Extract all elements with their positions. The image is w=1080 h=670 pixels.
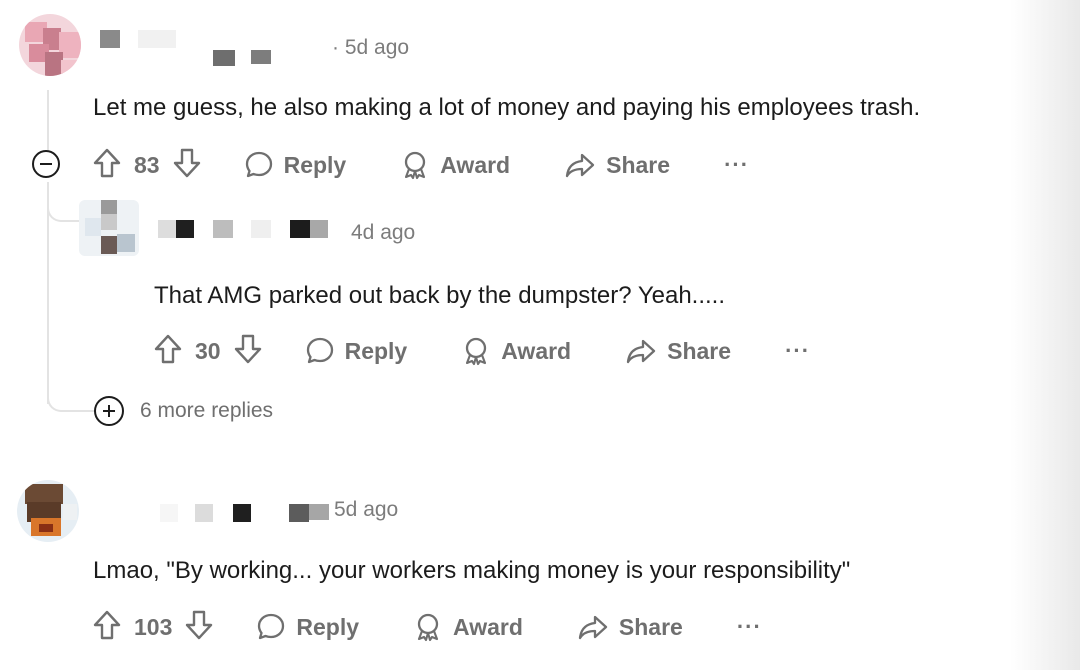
comment-text: Lmao, "By working... your workers making… <box>93 557 851 584</box>
award-button[interactable]: Award <box>400 150 510 180</box>
award-icon <box>413 612 443 642</box>
comment-bubble-icon <box>305 336 335 366</box>
timestamp: · 5d ago <box>332 36 410 59</box>
award-icon <box>461 336 491 366</box>
more-replies-connector <box>47 374 97 412</box>
vote-count: 103 <box>134 613 173 640</box>
share-icon <box>564 150 596 180</box>
plus-icon <box>94 396 124 426</box>
more-replies-link[interactable]: 6 more replies <box>94 396 273 426</box>
comment-bubble-icon <box>244 150 274 180</box>
reply-label: Reply <box>296 613 360 640</box>
downvote-icon[interactable] <box>184 609 214 646</box>
reply-button[interactable]: Reply <box>256 612 359 642</box>
comment-actions: 30 Reply Award Share ··· <box>153 331 810 371</box>
thread-line[interactable] <box>47 90 49 150</box>
share-button[interactable]: Share <box>564 150 670 180</box>
reply-label: Reply <box>344 337 408 364</box>
award-label: Award <box>440 151 511 178</box>
share-icon <box>577 612 609 642</box>
reply-button[interactable]: Reply <box>244 150 347 180</box>
award-button[interactable]: Award <box>413 612 523 642</box>
comment-text: That AMG parked out back by the dumpster… <box>154 282 726 309</box>
award-icon <box>400 150 430 180</box>
more-options-icon[interactable]: ··· <box>785 338 810 364</box>
share-button[interactable]: Share <box>625 336 731 366</box>
award-button[interactable]: Award <box>461 336 571 366</box>
timestamp: 4d ago <box>351 221 416 244</box>
share-label: Share <box>606 151 671 178</box>
share-label: Share <box>618 613 683 640</box>
share-icon <box>625 336 657 366</box>
avatar[interactable] <box>17 480 79 542</box>
upvote-icon[interactable] <box>153 333 183 370</box>
comment-text: Let me guess, he also making a lot of mo… <box>93 94 921 121</box>
comment-actions: 83 Reply Award Share ··· <box>92 145 749 185</box>
share-button[interactable]: Share <box>577 612 683 642</box>
comment-actions: 103 Reply Award Share ··· <box>92 607 762 647</box>
more-options-icon[interactable]: ··· <box>737 614 762 640</box>
upvote-icon[interactable] <box>92 609 122 646</box>
upvote-icon[interactable] <box>92 147 122 184</box>
downvote-icon[interactable] <box>172 147 202 184</box>
avatar[interactable] <box>19 14 81 76</box>
reply-button[interactable]: Reply <box>305 336 408 366</box>
vote-count: 30 <box>195 337 221 364</box>
award-label: Award <box>501 337 572 364</box>
downvote-icon[interactable] <box>233 333 263 370</box>
right-edge-fade <box>1010 0 1080 670</box>
share-label: Share <box>667 337 732 364</box>
more-options-icon[interactable]: ··· <box>724 152 749 178</box>
more-replies-label: 6 more replies <box>140 399 274 422</box>
collapse-thread-button[interactable] <box>32 150 60 178</box>
award-label: Award <box>453 613 523 640</box>
avatar[interactable] <box>79 200 139 256</box>
comment-bubble-icon <box>256 612 286 642</box>
vote-count: 83 <box>134 151 160 178</box>
minus-icon <box>40 163 52 165</box>
timestamp: 5d ago <box>334 498 399 521</box>
reply-label: Reply <box>283 151 347 178</box>
